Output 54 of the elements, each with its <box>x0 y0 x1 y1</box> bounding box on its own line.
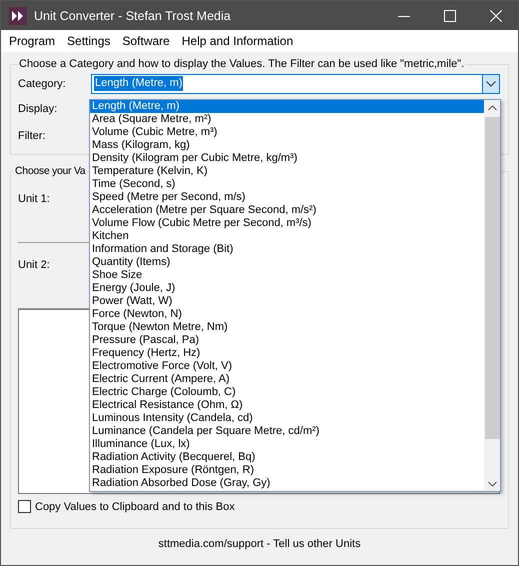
display-label: Display: <box>18 102 58 114</box>
category-option[interactable]: Mass (Kilogram, kg) <box>90 139 484 152</box>
chevron-down-icon <box>486 80 496 86</box>
menu-item[interactable]: Help and Information <box>178 34 298 48</box>
category-option[interactable]: Length (Metre, m) <box>90 100 484 113</box>
category-option[interactable]: Illuminance (Lux, lx) <box>90 438 484 451</box>
category-option[interactable]: Area (Square Metre, m²) <box>90 113 484 126</box>
category-option[interactable]: Time (Second, s) <box>90 178 484 191</box>
group-title: Choose a Category and how to display the Values. The Filter can be used like "metric,mile". <box>18 58 466 70</box>
window-title: Unit Converter - Stefan Trost Media <box>34 8 232 22</box>
category-option[interactable]: Speed (Metre per Second, m/s) <box>90 191 484 204</box>
category-option[interactable]: Radiation Activity (Becquerel, Bq) <box>90 451 484 464</box>
filter-label: Filter: <box>18 130 46 142</box>
category-option[interactable]: Kitchen <box>90 230 484 243</box>
scrollbar-thumb[interactable] <box>484 117 500 439</box>
category-option[interactable]: Electric Charge (Coloumb, C) <box>90 386 484 399</box>
category-label: Category: <box>18 78 67 90</box>
category-option[interactable]: Torque (Newton Metre, Nm) <box>90 321 484 334</box>
close-icon[interactable] <box>490 10 502 22</box>
copy-checkbox[interactable] <box>18 500 31 513</box>
category-option[interactable]: Force (Newton, N) <box>90 308 484 321</box>
category-option[interactable]: Electrical Resistance (Ohm, Ω) <box>90 399 484 412</box>
scroll-up-icon[interactable] <box>488 105 496 111</box>
category-option[interactable]: Acceleration (Metre per Square Second, m/s²) <box>90 204 484 217</box>
category-option[interactable]: Density (Kilogram per Cubic Metre, kg/m³) <box>90 152 484 165</box>
menu-item[interactable]: Software <box>118 34 174 48</box>
category-option[interactable]: Radiation Exposure (Röntgen, R) <box>90 464 484 477</box>
category-option[interactable]: Information and Storage (Bit) <box>90 243 484 256</box>
category-option[interactable]: Electric Current (Ampere, A) <box>90 373 484 386</box>
checkbox-label: Copy Values to Clipboard and to this Box <box>35 500 235 512</box>
unit-label: Unit 1: <box>18 193 50 205</box>
app-icon <box>9 6 27 24</box>
menu-item[interactable]: Program <box>5 34 60 48</box>
scrollbar[interactable] <box>484 100 500 491</box>
scroll-down-icon[interactable] <box>488 481 496 487</box>
category-option[interactable]: Energy (Joule, J) <box>90 282 484 295</box>
category-option[interactable]: Volume Flow (Cubic Metre per Second, m³/s) <box>90 217 484 230</box>
maximize-icon[interactable] <box>444 10 456 22</box>
category-option[interactable]: Frequency (Hertz, Hz) <box>90 347 484 360</box>
category-option[interactable]: Shoe Size <box>90 269 484 282</box>
category-dropdown[interactable]: Length (Metre, m) <box>91 74 500 94</box>
category-option[interactable]: Electromotive Force (Volt, V) <box>90 360 484 373</box>
category-option[interactable]: Pressure (Pascal, Pa) <box>90 334 484 347</box>
category-option[interactable]: Radiation Absorbed Dose (Gray, Gy) <box>90 477 484 490</box>
group-title: Choose your Va <box>14 165 86 177</box>
menu-item[interactable]: Settings <box>63 34 114 48</box>
unit-label: Unit 2: <box>18 259 50 271</box>
category-option[interactable]: Volume (Cubic Metre, m³) <box>90 126 484 139</box>
category-option[interactable]: Quantity (Items) <box>90 256 484 269</box>
category-option[interactable]: Temperature (Kelvin, K) <box>90 165 484 178</box>
support-link[interactable]: sttmedia.com/support - Tell us other Units <box>158 538 361 550</box>
category-option[interactable]: Luminous Intensity (Candela, cd) <box>90 412 484 425</box>
category-option[interactable]: Luminance (Candela per Square Metre, cd/m²) <box>90 425 484 438</box>
category-option[interactable]: Power (Watt, W) <box>90 295 484 308</box>
